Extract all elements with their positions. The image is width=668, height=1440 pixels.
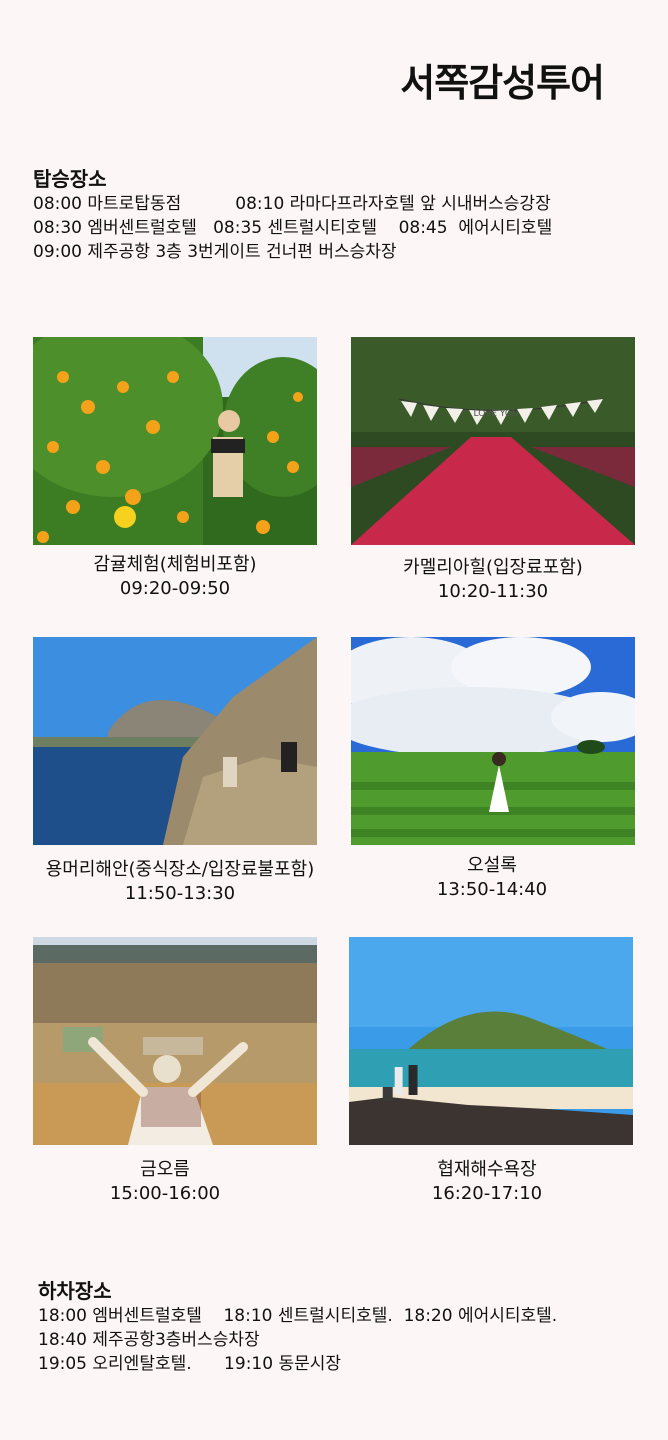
stop-name: 협재해수욕장: [437, 1159, 537, 1180]
hyeopjae-beach-photo: [349, 937, 633, 1145]
geumoreum-photo: [33, 937, 317, 1145]
stop-caption: 카멜리아힐(입장료포함) 10:20-11:30: [343, 556, 643, 604]
yongmeori-coast-photo: [33, 637, 317, 845]
stop-name: 감귤체험(체험비포함): [93, 554, 257, 575]
stop-caption: 오설록 13:50-14:40: [342, 854, 642, 902]
pickup-heading: 탑승장소: [33, 167, 107, 191]
stop-caption: 금오름 15:00-16:00: [15, 1158, 315, 1206]
stop-time: 13:50-14:40: [436, 879, 548, 900]
pickup-section: 탑승장소 08:00 마트로탑동점 08:10 라마다프라자호텔 앞 시내버스승…: [33, 166, 552, 264]
page-title: 서쪽감성투어: [400, 61, 605, 105]
stop-caption: 용머리해안(중식장소/입장료불포함) 11:50-13:30: [30, 858, 330, 906]
dropoff-line: 19:05 오리엔탈호텔. 19:10 동문시장: [38, 1354, 342, 1374]
osulloc-tea-field-photo: [351, 637, 635, 845]
banner-text: LOVE YOU: [474, 409, 519, 419]
stop-time: 09:20-09:50: [119, 578, 231, 599]
stop-name: 오설록: [467, 855, 517, 876]
tangerine-farm-photo: [33, 337, 317, 545]
pickup-line: 08:00 마트로탑동점 08:10 라마다프라자호텔 앞 시내버스승강장: [33, 194, 551, 214]
dropoff-line: 18:00 엠버센트럴호텔 18:10 센트럴시티호텔. 18:20 에어시티호…: [38, 1306, 558, 1326]
stop-time: 16:20-17:10: [431, 1183, 543, 1204]
stop-name: 용머리해안(중식장소/입장료불포함): [45, 859, 315, 880]
stop-caption: 협재해수욕장 16:20-17:10: [337, 1158, 637, 1206]
pickup-line: 09:00 제주공항 3층 3번게이트 건너편 버스승차장: [33, 242, 397, 262]
stop-name: 금오름: [140, 1159, 190, 1180]
dropoff-heading: 하차장소: [38, 1279, 112, 1303]
camellia-hill-photo: LOVE YOU: [351, 337, 635, 545]
stop-time: 15:00-16:00: [109, 1183, 221, 1204]
pickup-line: 08:30 엠버센트럴호텔 08:35 센트럴시티호텔 08:45 에어시티호텔: [33, 218, 553, 238]
stop-time: 10:20-11:30: [437, 581, 549, 602]
stop-name: 카멜리아힐(입장료포함): [403, 557, 583, 578]
stop-caption: 감귤체험(체험비포함) 09:20-09:50: [25, 553, 325, 601]
dropoff-section: 하차장소 18:00 엠버센트럴호텔 18:10 센트럴시티호텔. 18:20 …: [38, 1278, 557, 1376]
stop-time: 11:50-13:30: [124, 883, 236, 904]
dropoff-line: 18:40 제주공항3층버스승차장: [38, 1330, 260, 1350]
